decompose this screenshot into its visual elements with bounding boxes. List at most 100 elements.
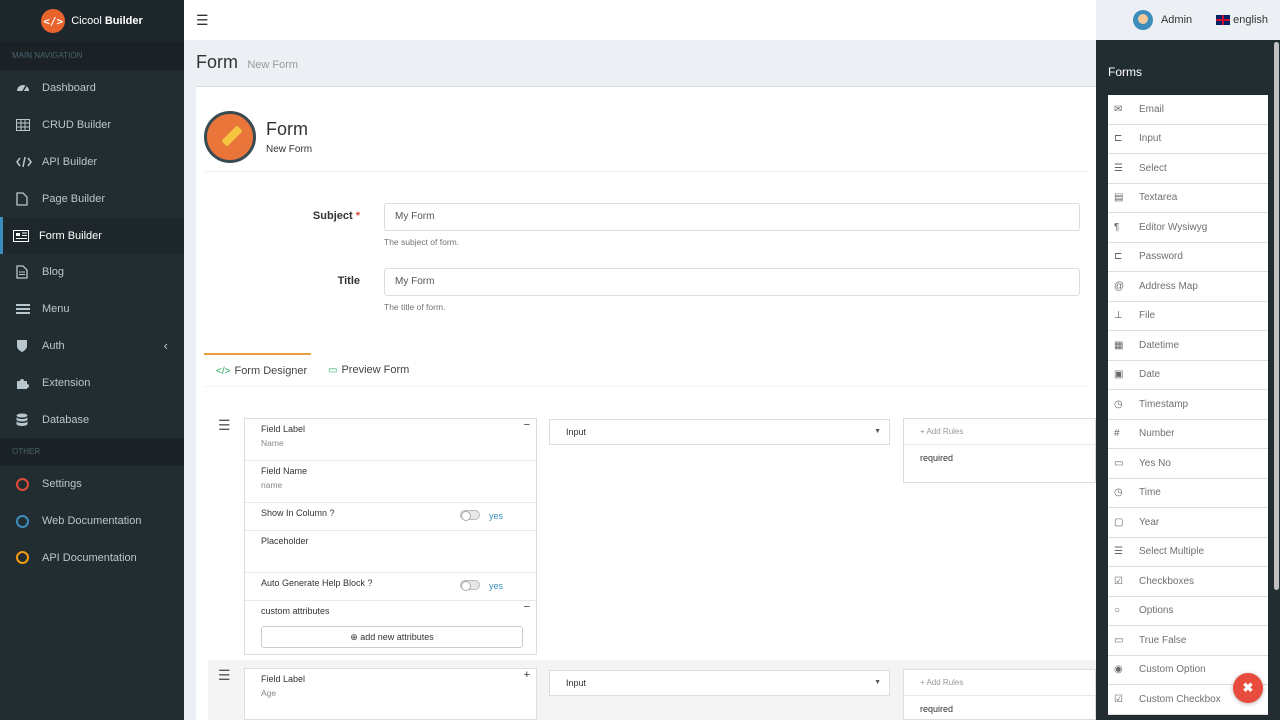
toolbox-item-checkboxes[interactable]: ☑ Checkboxes <box>1108 567 1268 597</box>
field-name-input[interactable]: name <box>261 480 520 490</box>
toolbox-item-timestamp[interactable]: ◷ Timestamp <box>1108 390 1268 420</box>
rules-box[interactable]: + Add Rules required <box>903 669 1096 720</box>
sidebar-item-api-documentation[interactable]: API Documentation <box>0 540 184 577</box>
toolbox-item-time[interactable]: ◷ Time <box>1108 478 1268 508</box>
add-rules-input[interactable]: + Add Rules <box>904 670 1095 696</box>
hash-icon: # <box>1114 428 1120 440</box>
toolbox-item-editor-wysiwyg[interactable]: ¶ Editor Wysiwyg <box>1108 213 1268 243</box>
toolbox-item-label: Timestamp <box>1139 398 1189 410</box>
sidebar-item-extension[interactable]: Extension <box>0 364 184 401</box>
sidebar-item-menu[interactable]: Menu <box>0 291 184 328</box>
required-marker: * <box>355 210 360 222</box>
input-icon: ⊏ <box>1114 133 1123 145</box>
toolbox-item-textarea[interactable]: ▤ Textarea <box>1108 183 1268 213</box>
toolbox-item-label: Options <box>1139 605 1174 617</box>
tab-form-designer[interactable]: </> Form Designer <box>204 353 311 387</box>
rule-tag[interactable]: required <box>904 445 1095 471</box>
add-attributes-label: add new attributes <box>360 632 434 642</box>
add-attributes-button[interactable]: ⊕ add new attributes <box>261 626 523 648</box>
field-label-input[interactable]: Name <box>261 438 520 448</box>
auto-help-value: yes <box>489 581 504 591</box>
toolbox-item-date[interactable]: ▣ Date <box>1108 360 1268 390</box>
field-label-input[interactable]: Age <box>261 688 520 698</box>
tab-label: Preview Form <box>341 364 410 376</box>
sidebar-item-web-documentation[interactable]: Web Documentation <box>0 503 184 540</box>
field-name-label: Field Name <box>261 466 308 476</box>
field-type-select[interactable]: Input ▼ <box>549 419 890 445</box>
custom-attributes-label: custom attributes <box>261 606 330 616</box>
sidebar-item-settings[interactable]: Settings <box>0 466 184 503</box>
toolbox-item-label: Select Multiple <box>1139 546 1205 558</box>
user-name: Admin <box>1160 14 1193 26</box>
toolbox-item-label: Number <box>1139 428 1175 440</box>
sidebar-item-label: Settings <box>42 478 82 491</box>
close-fab-button[interactable]: ✖ <box>1233 673 1263 703</box>
sidebar-item-label: CRUD Builder <box>42 119 112 132</box>
toolbox-item-true-false[interactable]: ▭ True False <box>1108 626 1268 656</box>
expand-icon[interactable]: + <box>524 669 530 681</box>
show-in-column-toggle[interactable] <box>460 510 480 521</box>
checkbox-icon: ☑ <box>1114 575 1123 587</box>
sidebar-item-database[interactable]: Database <box>0 401 184 438</box>
dashboard-icon <box>16 81 42 95</box>
toolbox-item-email[interactable]: ✉ Email <box>1108 95 1268 125</box>
sidebar-item-form-builder[interactable]: Form Builder <box>0 217 184 254</box>
title-input[interactable]: My Form <box>384 268 1080 296</box>
collapse-icon[interactable]: − <box>524 419 530 431</box>
toolbox-item-select-multiple[interactable]: ☰ Select Multiple <box>1108 537 1268 567</box>
add-rules-input[interactable]: + Add Rules <box>904 419 1095 445</box>
tab-preview-form[interactable]: ▭ Preview Form <box>328 353 409 387</box>
monitor-icon: ▭ <box>328 365 338 376</box>
forms-toolbox-panel: Forms ✉ Email ⊏ Input ☰ Select ▤ Textarea ¶ Edito… <box>1096 40 1280 720</box>
toolbox-item-label: Select <box>1139 162 1167 174</box>
subject-label-text: Subject <box>312 210 353 222</box>
form-box-subtitle: New Form <box>266 144 313 155</box>
rule-tag[interactable]: required <box>904 696 1095 720</box>
nav-header-other: OTHER <box>0 437 184 466</box>
toolbox-item-file[interactable]: ⊥ File <box>1108 301 1268 331</box>
subject-input[interactable]: My Form <box>384 203 1080 231</box>
password-icon: ⊏ <box>1114 251 1123 263</box>
toolbox-item-number[interactable]: # Number <box>1108 419 1268 449</box>
language-selector[interactable]: english <box>1216 14 1268 26</box>
sidebar-item-dashboard[interactable]: Dashboard <box>0 70 184 107</box>
sidebar-item-auth[interactable]: Auth ‹ <box>0 328 184 365</box>
toolbox-item-address-map[interactable]: @ Address Map <box>1108 272 1268 302</box>
field-card-name: Field Label Name − Field Name name Show … <box>244 418 537 655</box>
field-type-select[interactable]: Input ▼ <box>549 670 890 696</box>
radio-icon: ○ <box>1114 605 1121 617</box>
calendar-check-icon: ▣ <box>1114 369 1124 381</box>
toolbox-item-input[interactable]: ⊏ Input <box>1108 124 1268 154</box>
drag-handle-icon[interactable]: ☰ <box>218 417 231 434</box>
circle-icon <box>16 514 42 528</box>
logo[interactable]: </> Cicool Builder <box>0 0 184 42</box>
toolbox-item-label: Textarea <box>1139 192 1178 204</box>
toolbox-item-options[interactable]: ○ Options <box>1108 596 1268 626</box>
sidebar-item-crud-builder[interactable]: CRUD Builder <box>0 107 184 144</box>
toolbox-item-year[interactable]: ▢ Year <box>1108 508 1268 538</box>
field-label-row: Field Label Age + <box>245 669 536 711</box>
caret-down-icon: ▼ <box>874 428 881 435</box>
auto-help-toggle[interactable] <box>460 580 480 591</box>
form-box-title: Form <box>266 119 308 139</box>
plus-circle-icon: ⊕ <box>350 632 358 642</box>
caret-down-icon: ▼ <box>874 679 881 686</box>
toolbox-item-datetime[interactable]: ▦ Datetime <box>1108 331 1268 361</box>
user-menu[interactable]: Admin <box>1132 10 1193 30</box>
uk-flag-icon <box>1216 15 1231 26</box>
collapse-icon[interactable]: − <box>524 601 530 613</box>
toolbox-item-password[interactable]: ⊏ Password <box>1108 242 1268 272</box>
toolbox-item-yes-no[interactable]: ▭ Yes No <box>1108 449 1268 479</box>
drag-handle-icon[interactable]: ☰ <box>218 667 231 684</box>
toolbox-item-label: Input <box>1139 133 1162 145</box>
hamburger-icon[interactable]: ☰ <box>196 12 209 29</box>
sidebar-item-api-builder[interactable]: API Builder <box>0 144 184 181</box>
rules-box[interactable]: + Add Rules required <box>903 418 1096 483</box>
sidebar-item-page-builder[interactable]: Page Builder <box>0 180 184 217</box>
toolbox-item-select[interactable]: ☰ Select <box>1108 154 1268 184</box>
logo-name-2: Builder <box>104 15 143 27</box>
sidebar-item-blog[interactable]: Blog <box>0 254 184 291</box>
show-in-column-row: Show In Column ? yes <box>245 503 536 531</box>
field-name-row: Field Name name <box>245 461 536 503</box>
scrollbar[interactable] <box>1274 42 1279 590</box>
